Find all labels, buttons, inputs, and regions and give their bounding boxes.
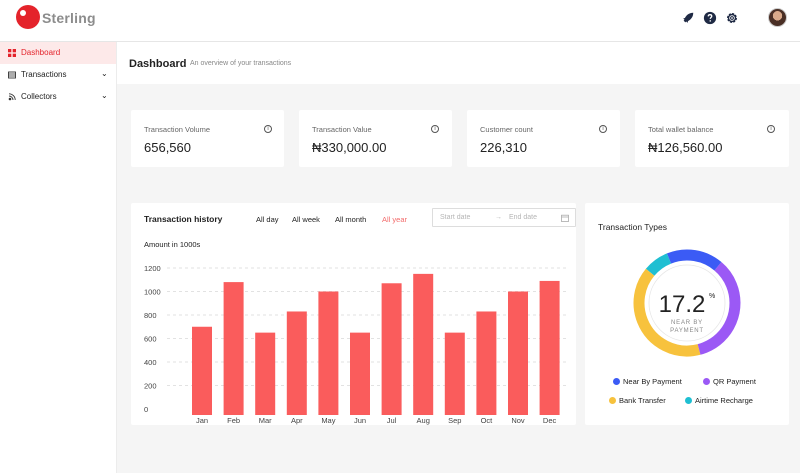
start-date-input[interactable]: Start date [440,214,470,221]
history-title: Transaction history [144,214,223,224]
y-tick-label: 200 [144,382,157,391]
bar-mar[interactable] [255,332,276,415]
sidebar-item-label: Transactions [21,70,67,79]
calendar-icon[interactable] [561,214,569,222]
main-content: Dashboard An overview of your transactio… [116,42,800,473]
sidebar-item-collectors[interactable]: Collectors ⌄ [0,86,116,108]
top-header: Sterling [0,0,800,42]
bar-nov[interactable] [508,291,528,416]
stat-value: ₦126,560.00 [648,140,723,155]
gear-icon[interactable] [725,11,739,25]
transaction-history-card: Transaction history All day All week All… [131,203,576,425]
legend-label: QR Payment [713,377,756,386]
x-tick-label: Jan [196,416,208,425]
bar-apr[interactable] [286,311,307,415]
x-tick-label: Mar [259,416,272,425]
y-tick-label: 800 [144,311,157,320]
page-title: Dashboard [129,58,187,70]
bar-jan[interactable] [192,326,212,415]
collectors-icon [8,93,16,101]
sidebar-item-transactions[interactable]: Transactions ⌄ [0,64,116,86]
chevron-down-icon[interactable]: ⌄ [101,91,108,100]
y-axis-label: Amount in 1000s [144,240,201,249]
date-range-picker[interactable]: Start date → End date [432,208,576,227]
bar-chart: 0 200 400 600 800 1000 1200 Jan Feb Mar Apr May Jun J… [144,264,566,425]
x-tick-label: Jun [354,416,366,425]
stat-label: Total wallet balance [648,125,714,134]
donut-chart: 17.2 % NEAR BY PAYMENT [633,249,741,357]
arrow-right-icon: → [495,214,502,221]
legend-dot [609,397,616,404]
filter-all-year[interactable]: All year [382,215,407,224]
stat-card-wallet: Total wallet balance i ₦126,560.00 [635,110,789,167]
sidebar-item-dashboard[interactable]: Dashboard [0,42,116,64]
info-icon[interactable]: i [264,125,272,133]
bar-sep[interactable] [444,332,465,415]
transaction-types-card: Transaction Types 17.2 % NEAR BY PAYMENT… [585,203,789,425]
bar-oct[interactable] [476,311,497,415]
x-tick-label: Nov [511,416,525,425]
y-tick-label: 600 [144,335,157,344]
stat-label: Transaction Value [312,125,372,134]
legend-dot [685,397,692,404]
x-tick-label: Jul [387,416,397,425]
stat-label: Customer count [480,125,533,134]
x-tick-label: Oct [481,416,494,425]
table-icon [8,71,16,79]
stat-card-customers: Customer count i 226,310 [467,110,620,167]
stat-label: Transaction Volume [144,125,211,134]
rocket-icon[interactable] [681,11,695,25]
y-tick-label: 400 [144,358,157,367]
bar-may[interactable] [318,291,339,416]
center-value: 17.2 [659,291,706,318]
center-line-1: NEAR BY [671,320,703,326]
legend-dot [613,378,620,385]
x-tick-label: Apr [291,416,303,425]
stat-card-volume: Transaction Volume i 656,560 [131,110,284,167]
legend-label: Near By Payment [623,377,682,386]
y-tick-label: 0 [144,405,148,414]
x-tick-label: Dec [543,416,557,425]
info-icon[interactable]: i [431,125,439,133]
y-tick-label: 1200 [144,264,161,273]
bar-jul[interactable] [381,283,402,415]
end-date-input[interactable]: End date [509,214,537,221]
grid-icon [8,49,16,57]
center-line-2: PAYMENT [670,328,704,334]
center-unit: % [709,293,715,300]
filter-all-week[interactable]: All week [292,215,320,224]
filter-all-month[interactable]: All month [335,215,366,224]
x-tick-label: Sep [448,416,461,425]
sidebar-item-label: Dashboard [21,48,61,57]
sidebar: Dashboard Transactions ⌄ Collectors ⌄ [0,42,116,473]
bar-aug[interactable] [413,273,434,415]
y-tick-label: 1000 [144,288,161,297]
stat-card-value: Transaction Value i ₦330,000.00 [299,110,452,167]
stat-value: ₦330,000.00 [312,140,387,155]
filter-all-day[interactable]: All day [256,215,279,224]
avatar[interactable] [768,8,787,27]
stat-value: 656,560 [144,140,191,155]
x-tick-label: Aug [417,416,430,425]
bar-jun[interactable] [350,332,370,415]
legend-label: Airtime Recharge [695,396,753,405]
help-icon[interactable] [703,11,717,25]
x-tick-label: May [321,416,335,425]
page-subtitle: An overview of your transactions [190,60,292,67]
stat-value: 226,310 [480,140,527,155]
info-icon[interactable]: i [767,125,775,133]
legend-dot [703,378,710,385]
bar-feb[interactable] [223,282,244,415]
info-icon[interactable]: i [599,125,607,133]
types-title: Transaction Types [598,222,667,232]
legend-label: Bank Transfer [619,396,666,405]
sterling-logo-icon[interactable] [16,5,40,29]
chevron-down-icon[interactable]: ⌄ [101,69,108,78]
brand-name[interactable]: Sterling [42,10,96,26]
page-header: Dashboard An overview of your transactio… [117,42,800,84]
bar-dec[interactable] [539,280,560,415]
sidebar-item-label: Collectors [21,92,57,101]
x-tick-label: Feb [227,416,240,425]
